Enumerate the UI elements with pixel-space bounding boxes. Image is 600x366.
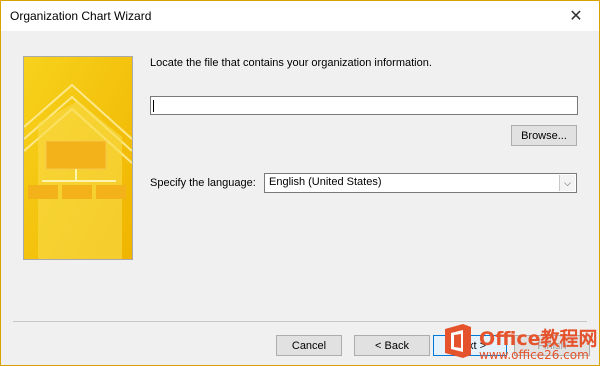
- close-icon: ✕: [569, 8, 583, 25]
- language-select[interactable]: English (United States) ⌵: [264, 173, 577, 193]
- chevron-down-icon[interactable]: ⌵: [559, 175, 575, 191]
- office-logo-icon: [445, 324, 471, 358]
- cancel-button[interactable]: Cancel: [276, 335, 342, 356]
- org-chart-illustration-icon: [24, 57, 132, 259]
- watermark-url: www.office26.com: [479, 348, 589, 362]
- watermark: Office教程网 www.office26.com: [441, 321, 599, 365]
- title-bar: Organization Chart Wizard ✕: [1, 1, 599, 31]
- window-title: Organization Chart Wizard: [10, 9, 152, 23]
- instruction-text: Locate the file that contains your organ…: [150, 57, 432, 69]
- watermark-title: Office教程网: [479, 328, 598, 350]
- back-button[interactable]: < Back: [354, 335, 430, 356]
- close-button[interactable]: ✕: [553, 1, 599, 31]
- language-label: Specify the language:: [150, 177, 256, 189]
- wizard-illustration: [23, 56, 133, 260]
- wizard-dialog: Organization Chart Wizard ✕ Locate the f…: [0, 0, 600, 366]
- language-selected-value: English (United States): [269, 176, 382, 188]
- file-path-input[interactable]: [150, 96, 578, 115]
- text-caret: [153, 100, 154, 112]
- browse-button[interactable]: Browse...: [511, 125, 577, 146]
